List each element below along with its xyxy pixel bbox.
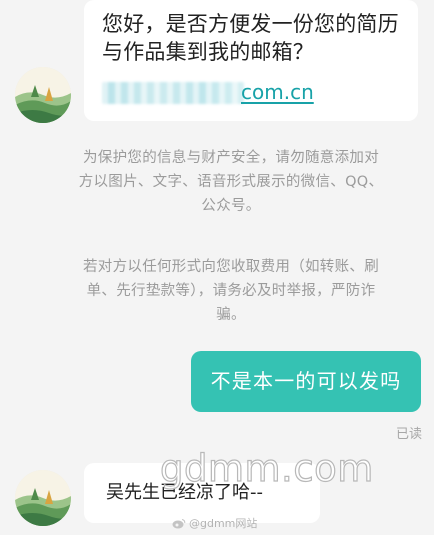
landscape-avatar-icon xyxy=(15,67,71,123)
fraud-notice: 若对方以任何形式向您收取费用（如转账、刷单、先行垫款等），请务必及时举报，严防诈… xyxy=(83,259,379,323)
email-domain-link[interactable]: com.cn xyxy=(241,81,314,103)
email-address[interactable]: com.cn xyxy=(102,81,402,104)
read-receipt: 已读 xyxy=(395,427,422,442)
incoming-message-bubble[interactable]: 您好，是否方便发一份您的简历 与作品集到我的邮箱？ com.cn xyxy=(84,0,418,121)
safety-notice: 为保护您的信息与财产安全，请勿随意添加对方以图片、文字、语音形式展示的微信、QQ… xyxy=(78,150,384,214)
redacted-email-user xyxy=(102,82,244,104)
message-text-line: 您好，是否方便发一份您的简历 xyxy=(102,12,399,36)
weibo-icon xyxy=(172,518,186,528)
credit-label: @gdmm网站 xyxy=(189,517,258,530)
contact-avatar[interactable] xyxy=(15,67,71,123)
message-text-line: 与作品集到我的邮箱？ xyxy=(102,40,314,64)
incoming-message-bubble[interactable]: 吴先生已经凉了哈-- xyxy=(84,463,320,523)
watermark-credit: @gdmm网站 xyxy=(172,515,257,531)
contact-avatar[interactable] xyxy=(15,470,71,526)
landscape-avatar-icon xyxy=(15,470,71,526)
outgoing-message-bubble[interactable]: 不是本一的可以发吗 xyxy=(191,351,421,412)
